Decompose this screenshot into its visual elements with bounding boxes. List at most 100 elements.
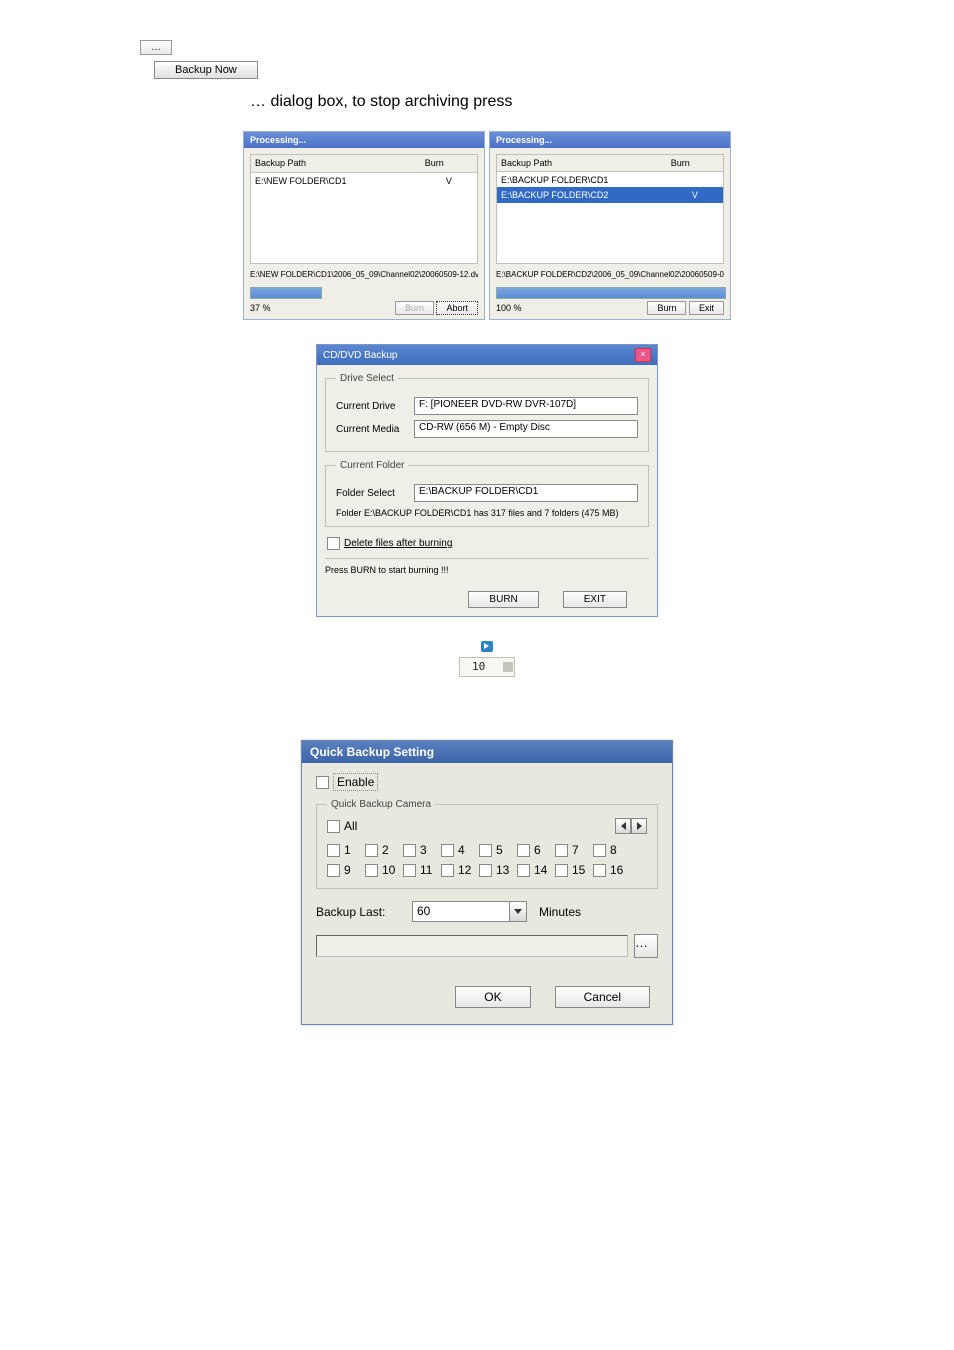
col-backup-path[interactable]: Backup Path: [497, 155, 667, 172]
cancel-button[interactable]: Cancel: [555, 986, 650, 1008]
drive-select-group: Drive Select Current Drive F: [PIONEER D…: [325, 373, 649, 452]
camera-13-label: 13: [496, 863, 509, 877]
camera-3-checkbox[interactable]: [403, 844, 416, 857]
camera-6-checkbox-wrap: 6: [517, 843, 555, 857]
camera-11-checkbox-wrap: 11: [403, 863, 441, 877]
camera-3-checkbox-wrap: 3: [403, 843, 441, 857]
group-label: Drive Select: [336, 373, 398, 384]
camera-15-label: 15: [572, 863, 585, 877]
table-row[interactable]: E:\NEW FOLDER\CD1 V: [251, 172, 478, 189]
play-icon: [481, 641, 493, 652]
progress-bar: [496, 287, 726, 299]
burn-button: Burn: [395, 301, 434, 315]
browse-button[interactable]: …: [140, 40, 172, 55]
camera-6-checkbox[interactable]: [517, 844, 530, 857]
exit-button[interactable]: Exit: [689, 301, 724, 315]
camera-7-label: 7: [572, 843, 579, 857]
col-backup-path[interactable]: Backup Path: [251, 155, 421, 173]
camera-14-checkbox[interactable]: [517, 864, 530, 877]
camera-7-checkbox-wrap: 7: [555, 843, 593, 857]
camera-16-checkbox[interactable]: [593, 864, 606, 877]
scroll-left-button[interactable]: [615, 818, 631, 834]
camera-10-checkbox-wrap: 10: [365, 863, 403, 877]
camera-15-checkbox-wrap: 15: [555, 863, 593, 877]
delete-after-burning-label: Delete files after burning: [344, 538, 452, 549]
camera-11-label: 11: [420, 863, 432, 877]
chevron-left-icon: [621, 822, 626, 830]
burn-button[interactable]: Burn: [647, 301, 686, 315]
camera-4-checkbox[interactable]: [441, 844, 454, 857]
folder-info-text: Folder E:\BACKUP FOLDER\CD1 has 317 file…: [336, 508, 638, 518]
close-icon[interactable]: ×: [635, 348, 651, 362]
camera-5-checkbox-wrap: 5: [479, 843, 517, 857]
camera-8-checkbox[interactable]: [593, 844, 606, 857]
quick-backup-setting-dialog: Quick Backup Setting Enable Quick Backup…: [301, 740, 673, 1025]
backup-last-label: Backup Last:: [316, 905, 412, 919]
camera-11-checkbox[interactable]: [403, 864, 416, 877]
enable-label: Enable: [333, 773, 378, 791]
camera-12-label: 12: [458, 863, 471, 877]
camera-12-checkbox[interactable]: [441, 864, 454, 877]
all-label: All: [344, 819, 357, 833]
camera-1-checkbox[interactable]: [327, 844, 340, 857]
minutes-label: Minutes: [539, 905, 581, 919]
intro-text: … dialog box, to stop archiving press: [250, 93, 834, 111]
col-burn[interactable]: Burn: [667, 155, 724, 172]
table-row[interactable]: E:\BACKUP FOLDER\CD1: [497, 171, 724, 187]
processing-dialog-right: Processing... Backup Path Burn E:\BACKUP…: [489, 131, 731, 320]
burn-button[interactable]: BURN: [468, 591, 538, 608]
dropdown-button[interactable]: [510, 901, 527, 922]
backup-last-input[interactable]: 60: [412, 901, 510, 922]
delete-after-burning-checkbox[interactable]: [327, 537, 340, 550]
camera-6-label: 6: [534, 843, 541, 857]
processing-dialog-left: Processing... Backup Path Burn E:\NEW FO…: [243, 131, 485, 320]
browse-button[interactable]: …: [634, 934, 658, 958]
camera-10-checkbox[interactable]: [365, 864, 378, 877]
camera-16-label: 16: [610, 863, 623, 877]
camera-13-checkbox-wrap: 13: [479, 863, 517, 877]
camera-13-checkbox[interactable]: [479, 864, 492, 877]
camera-4-checkbox-wrap: 4: [441, 843, 479, 857]
percent-label: 100 %: [496, 303, 522, 313]
camera-9-label: 9: [344, 863, 351, 877]
cd-dvd-backup-dialog: CD/DVD Backup × Drive Select Current Dri…: [316, 344, 658, 617]
ok-button[interactable]: OK: [455, 986, 530, 1008]
current-media-label: Current Media: [336, 424, 414, 435]
chevron-right-icon: [637, 822, 642, 830]
camera-15-checkbox[interactable]: [555, 864, 568, 877]
current-file-path: E:\BACKUP FOLDER\CD2\2006_05_09\Channel0…: [496, 270, 724, 279]
camera-2-label: 2: [382, 843, 389, 857]
dialog-title: CD/DVD Backup: [323, 350, 397, 361]
group-label: Quick Backup Camera: [327, 799, 435, 810]
enable-checkbox[interactable]: [316, 776, 329, 789]
camera-14-checkbox-wrap: 14: [517, 863, 555, 877]
exit-button[interactable]: EXIT: [563, 591, 627, 608]
camera-2-checkbox[interactable]: [365, 844, 378, 857]
scroll-right-button[interactable]: [631, 818, 647, 834]
camera-8-checkbox-wrap: 8: [593, 843, 631, 857]
camera-5-checkbox[interactable]: [479, 844, 492, 857]
table-row-selected[interactable]: E:\BACKUP FOLDER\CD2 V: [497, 187, 724, 203]
group-label: Current Folder: [336, 460, 408, 471]
quick-backup-camera-group: Quick Backup Camera All 1234567891011121…: [316, 799, 658, 889]
stepper-icon[interactable]: [503, 662, 513, 672]
camera-1-label: 1: [344, 843, 351, 857]
camera-7-checkbox[interactable]: [555, 844, 568, 857]
current-file-path: E:\NEW FOLDER\CD1\2006_05_09\Channel02\2…: [250, 270, 478, 279]
camera-9-checkbox[interactable]: [327, 864, 340, 877]
camera-3-label: 3: [420, 843, 427, 857]
folder-select-value[interactable]: E:\BACKUP FOLDER\CD1: [414, 484, 638, 502]
col-burn[interactable]: Burn: [421, 155, 478, 173]
camera-12-checkbox-wrap: 12: [441, 863, 479, 877]
abort-button[interactable]: Abort: [436, 301, 478, 315]
current-media-value: CD-RW (656 M) - Empty Disc: [414, 420, 638, 438]
camera-10-label: 10: [382, 863, 395, 877]
backup-now-button[interactable]: Backup Now: [154, 61, 258, 79]
value-display: 10: [459, 657, 515, 677]
dialog-title: Processing...: [244, 132, 484, 148]
camera-8-label: 8: [610, 843, 617, 857]
current-drive-value[interactable]: F: [PIONEER DVD-RW DVR-107D]: [414, 397, 638, 415]
dialog-title: Processing...: [490, 132, 730, 148]
all-checkbox[interactable]: [327, 820, 340, 833]
path-input[interactable]: [316, 935, 628, 957]
